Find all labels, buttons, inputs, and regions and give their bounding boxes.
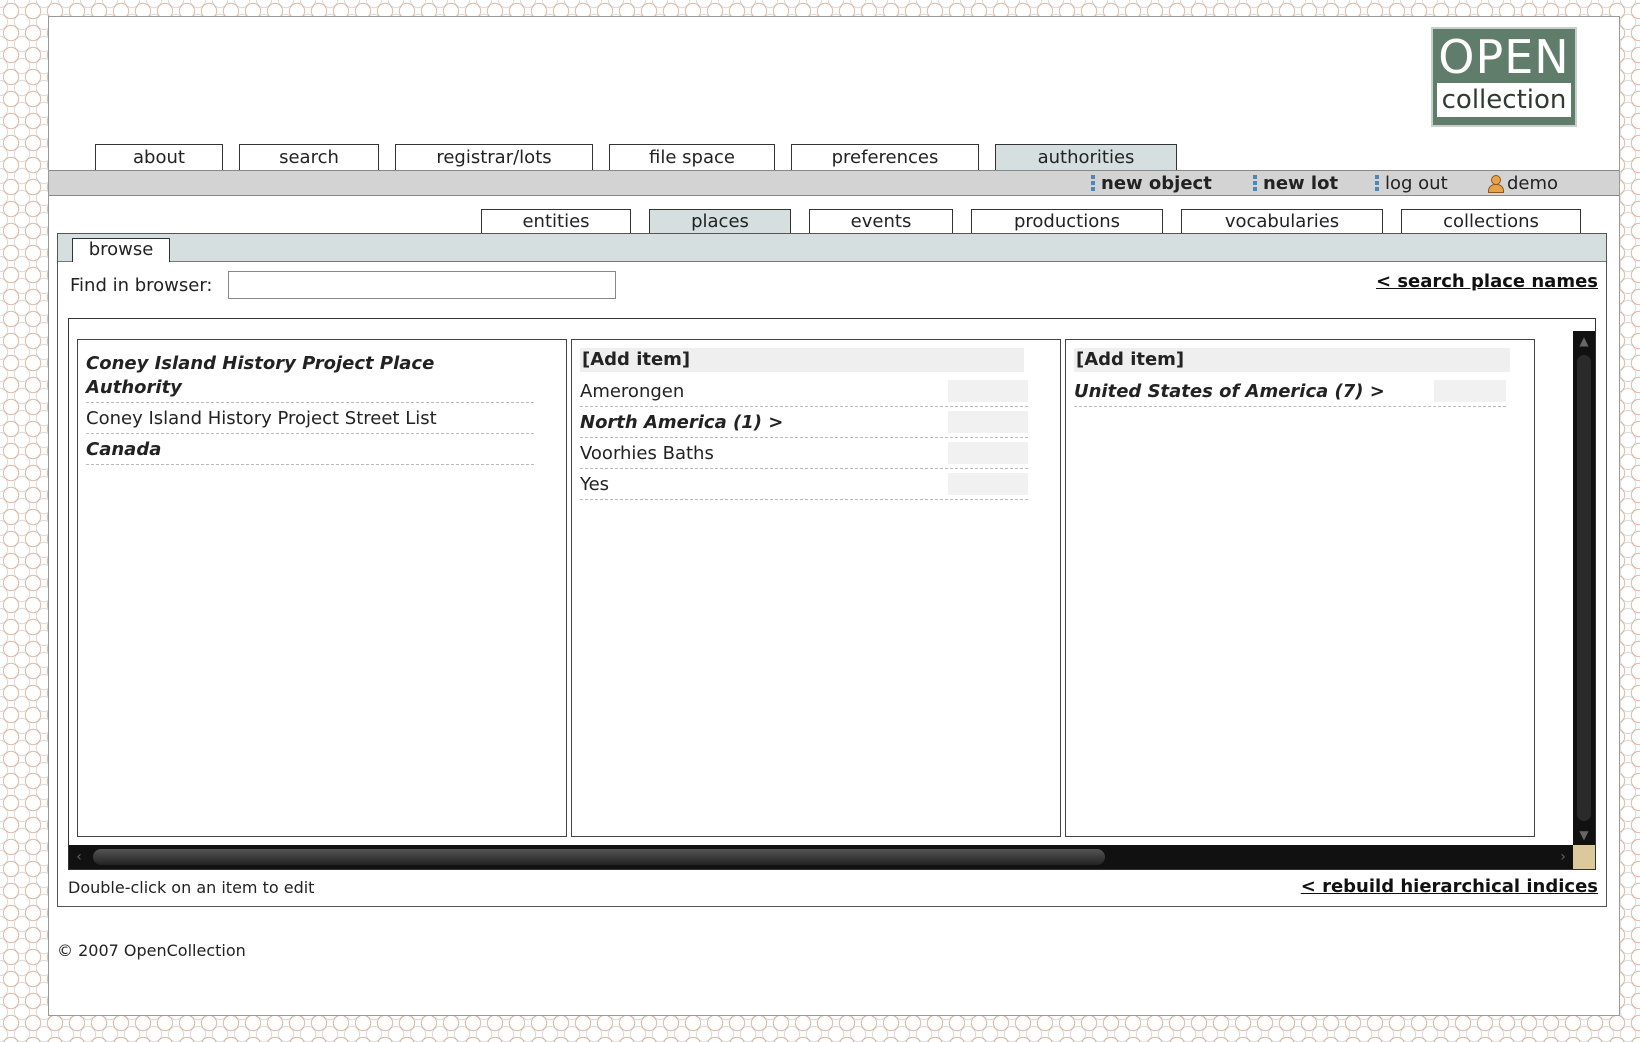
item-shade xyxy=(948,411,1028,433)
add-item-button[interactable]: [Add item] xyxy=(1074,348,1510,372)
subtab-entities[interactable]: entities xyxy=(481,209,631,233)
subtab-places[interactable]: places xyxy=(649,209,791,233)
browser-column-1: Coney Island History Project Place Autho… xyxy=(77,339,567,837)
browser-column-2: [Add item] Amerongen North America (1) >… xyxy=(571,339,1061,837)
scroll-up-icon[interactable]: ▲ xyxy=(1573,331,1595,351)
logo-open: OPEN xyxy=(1438,30,1570,84)
logo-collection: collection xyxy=(1437,83,1571,117)
item-shade xyxy=(948,473,1028,495)
search-place-names-link[interactable]: < search place names xyxy=(1376,271,1598,292)
item-label: Amerongen xyxy=(580,381,685,402)
list-item[interactable]: Canada xyxy=(86,434,534,465)
item-shade xyxy=(948,380,1028,402)
page-frame: OPEN collection about search registrar/l… xyxy=(48,16,1620,1016)
list-item[interactable]: Yes xyxy=(580,469,1028,500)
add-item-button[interactable]: [Add item] xyxy=(580,348,1024,372)
vertical-scroll-thumb[interactable] xyxy=(1577,355,1591,821)
tab-file-space[interactable]: file space xyxy=(609,144,775,170)
new-object-link[interactable]: new object xyxy=(1091,172,1212,196)
scroll-down-icon[interactable]: ▼ xyxy=(1573,825,1595,845)
subtab-events[interactable]: events xyxy=(809,209,953,233)
user-link[interactable]: demo xyxy=(1487,172,1558,196)
item-label: United States of America (7) > xyxy=(1074,381,1385,402)
tab-browse[interactable]: browse xyxy=(72,238,170,262)
scroll-left-icon[interactable]: ‹ xyxy=(69,845,89,869)
user-label: demo xyxy=(1507,173,1559,194)
tab-registrar-lots[interactable]: registrar/lots xyxy=(395,144,593,170)
log-out-label: log out xyxy=(1385,173,1448,194)
opencollection-logo: OPEN collection xyxy=(1431,27,1577,127)
item-label: North America (1) > xyxy=(580,412,784,433)
horizontal-scroll-thumb[interactable] xyxy=(93,849,1105,865)
dots-icon xyxy=(1091,175,1095,191)
list-item[interactable]: Voorhies Baths xyxy=(580,438,1028,469)
item-label: Yes xyxy=(580,474,610,495)
tab-search[interactable]: search xyxy=(239,144,379,170)
new-object-label: new object xyxy=(1101,173,1212,194)
toolbar: new object new lot log out demo xyxy=(49,170,1619,196)
list-item[interactable]: Coney Island History Project Street List xyxy=(86,403,534,434)
user-icon xyxy=(1487,174,1504,193)
list-item[interactable]: Coney Island History Project Place Autho… xyxy=(86,348,534,403)
copyright-footer: © 2007 OpenCollection xyxy=(57,941,246,960)
tab-preferences[interactable]: preferences xyxy=(791,144,979,170)
list-item[interactable]: United States of America (7) > xyxy=(1074,376,1506,407)
tab-authorities[interactable]: authorities xyxy=(995,144,1177,170)
subtab-productions[interactable]: productions xyxy=(971,209,1163,233)
find-label: Find in browser: xyxy=(70,275,213,296)
dots-icon xyxy=(1253,175,1257,191)
scroll-right-icon[interactable]: › xyxy=(1553,845,1573,869)
scroll-corner xyxy=(1573,845,1595,869)
edit-hint: Double-click on an item to edit xyxy=(68,878,315,897)
rebuild-indices-link[interactable]: < rebuild hierarchical indices xyxy=(1301,876,1598,897)
browse-panel: browse Find in browser: < search place n… xyxy=(57,233,1607,907)
item-label: Voorhies Baths xyxy=(580,443,714,464)
subtab-vocabularies[interactable]: vocabularies xyxy=(1181,209,1383,233)
hierarchy-browser: Coney Island History Project Place Autho… xyxy=(68,318,1596,870)
subtab-collections[interactable]: collections xyxy=(1401,209,1581,233)
dots-icon xyxy=(1375,175,1379,191)
new-lot-label: new lot xyxy=(1263,173,1339,194)
find-in-browser-input[interactable] xyxy=(228,271,616,299)
item-shade xyxy=(948,442,1028,464)
list-item[interactable]: Amerongen xyxy=(580,376,1028,407)
panel-tab-bar: browse xyxy=(58,234,1606,262)
item-shade xyxy=(1434,380,1506,402)
vertical-scrollbar[interactable]: ▲ ▼ xyxy=(1573,331,1595,845)
horizontal-scrollbar[interactable]: ‹ › xyxy=(69,845,1595,869)
new-lot-link[interactable]: new lot xyxy=(1253,172,1338,196)
list-item[interactable]: North America (1) > xyxy=(580,407,1028,438)
log-out-link[interactable]: log out xyxy=(1375,172,1448,196)
tab-about[interactable]: about xyxy=(95,144,223,170)
browser-column-3: [Add item] United States of America (7) … xyxy=(1065,339,1535,837)
